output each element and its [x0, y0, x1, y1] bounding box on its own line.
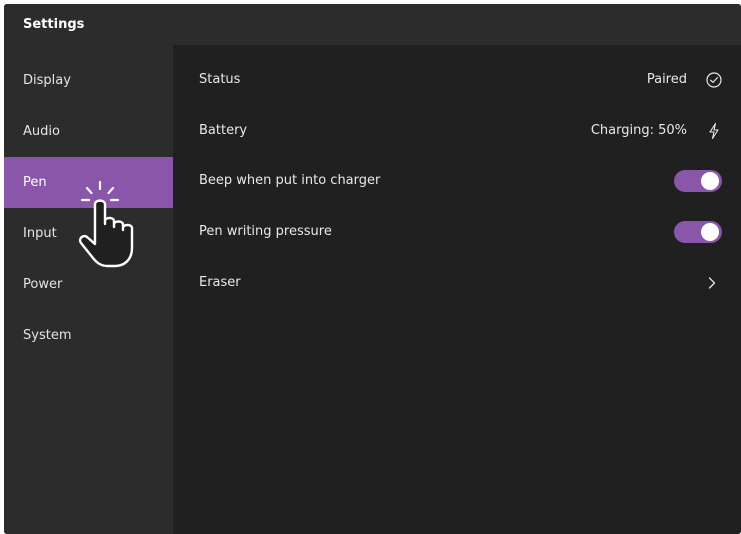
beep-toggle[interactable] — [674, 170, 722, 192]
battery-value: Charging: 50% — [590, 123, 687, 138]
window-title: Settings — [23, 17, 85, 32]
title-bar: Settings — [4, 4, 741, 45]
toggle-knob — [701, 223, 719, 241]
pen-settings-panel: Status Paired Battery Charging: 50% Beep… — [173, 45, 741, 534]
pressure-row: Pen writing pressure — [173, 206, 741, 257]
status-row: Status Paired — [173, 54, 741, 105]
sidebar-item-label: Input — [23, 226, 57, 241]
sidebar-item-label: Power — [23, 277, 63, 292]
check-circle-icon — [706, 72, 722, 88]
chevron-right-icon — [708, 277, 716, 289]
sidebar: Display Audio Pen Input Power System — [4, 45, 173, 534]
sidebar-item-display[interactable]: Display — [4, 55, 173, 106]
battery-row: Battery Charging: 50% — [173, 105, 741, 156]
lightning-icon — [709, 122, 719, 140]
sidebar-item-label: Display — [23, 73, 71, 88]
sidebar-item-label: Pen — [23, 175, 47, 190]
sidebar-item-system[interactable]: System — [4, 310, 173, 361]
sidebar-item-label: System — [23, 328, 72, 343]
status-value: Paired — [646, 72, 687, 87]
eraser-label: Eraser — [199, 275, 241, 290]
toggle-knob — [701, 172, 719, 190]
sidebar-item-label: Audio — [23, 124, 60, 139]
sidebar-item-power[interactable]: Power — [4, 259, 173, 310]
pressure-toggle[interactable] — [674, 221, 722, 243]
sidebar-item-input[interactable]: Input — [4, 208, 173, 259]
eraser-row[interactable]: Eraser — [173, 257, 741, 308]
sidebar-item-audio[interactable]: Audio — [4, 106, 173, 157]
sidebar-item-pen[interactable]: Pen — [4, 157, 173, 208]
status-label: Status — [199, 72, 241, 87]
beep-row: Beep when put into charger — [173, 155, 741, 206]
pressure-label: Pen writing pressure — [199, 224, 332, 239]
settings-window: Settings Display Audio Pen Input Power S… — [4, 4, 741, 534]
battery-label: Battery — [199, 123, 248, 138]
beep-label: Beep when put into charger — [199, 173, 381, 188]
